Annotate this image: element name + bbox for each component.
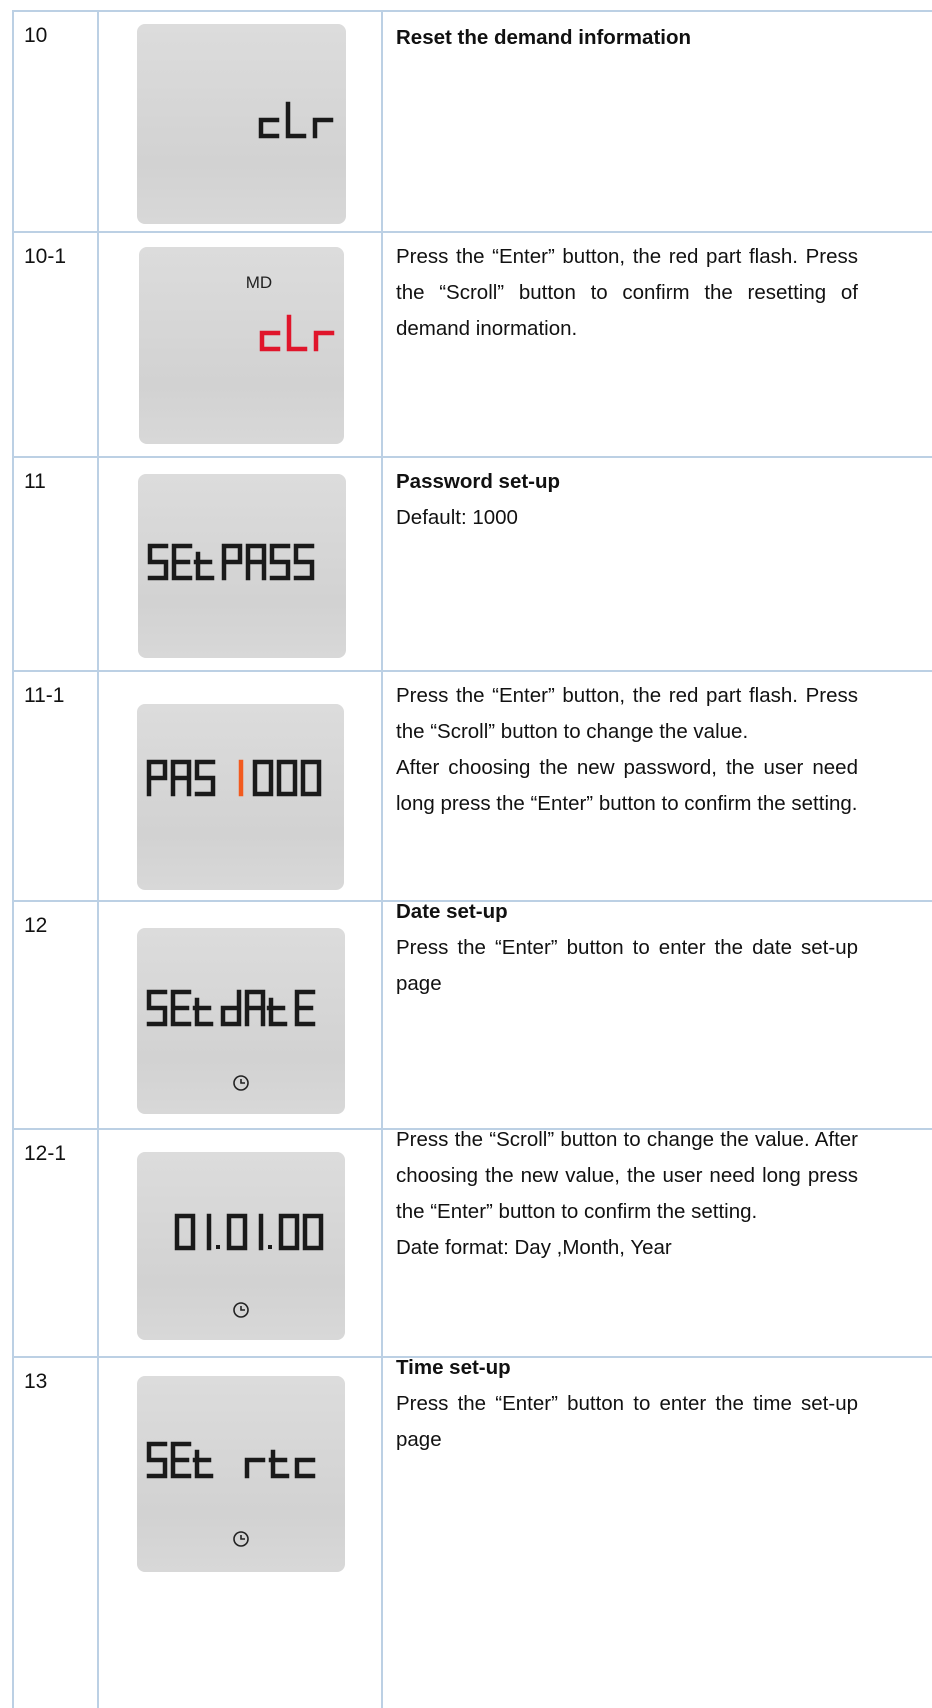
row-description: Press the “Scroll” button to change the … bbox=[396, 1122, 858, 1266]
table-row: 13 Time set-up Press the “Enter” button … bbox=[0, 1356, 932, 1708]
lcd-readout bbox=[147, 543, 315, 581]
row-text: Default: 1000 bbox=[396, 506, 518, 529]
lcd-display bbox=[138, 474, 346, 658]
segment-L bbox=[286, 314, 308, 352]
clock-icon bbox=[233, 1531, 249, 1547]
segment-t bbox=[192, 997, 214, 1027]
segment-P bbox=[221, 543, 243, 581]
segment-E bbox=[294, 989, 316, 1027]
step-number: 10 bbox=[24, 24, 48, 47]
lcd-display bbox=[137, 928, 345, 1114]
segment-S bbox=[146, 989, 168, 1027]
lcd-readout bbox=[146, 989, 316, 1091]
segment-0 bbox=[302, 1213, 324, 1251]
segment-t bbox=[268, 1449, 290, 1479]
row-text: Press the “Enter” button, the red part f… bbox=[396, 245, 858, 340]
row-text: Press the “Enter” button to enter the da… bbox=[396, 936, 858, 995]
row-description: Press the “Enter” button, the red part f… bbox=[396, 678, 858, 822]
segment-E bbox=[171, 543, 193, 581]
segment-A bbox=[245, 543, 267, 581]
table-row: 10 Reset the demand information bbox=[0, 10, 932, 231]
lcd-label-md: MD bbox=[246, 273, 272, 292]
segment-0 bbox=[174, 1213, 196, 1251]
segment-A bbox=[170, 759, 192, 797]
step-number: 12 bbox=[24, 914, 48, 937]
segment-S bbox=[147, 543, 169, 581]
step-number: 10-1 bbox=[24, 245, 67, 268]
segment-r bbox=[244, 1457, 266, 1479]
row-description: Date set-up Press the “Enter” button to … bbox=[396, 894, 858, 1002]
segment-0 bbox=[226, 1213, 248, 1251]
row-title: Password set-up bbox=[396, 470, 561, 493]
instruction-table: 10 Reset the demand information 10-1 MD bbox=[0, 0, 932, 1708]
row-text: Press the “Enter” button, the red part f… bbox=[396, 684, 858, 743]
row-text: Date format: Day ,Month, Year bbox=[396, 1236, 672, 1259]
segment-t bbox=[266, 997, 288, 1027]
segment-t bbox=[192, 1449, 214, 1479]
segment-L bbox=[285, 101, 307, 139]
row-text: Press the “Scroll” button to change the … bbox=[396, 1128, 858, 1223]
row-title: Time set-up bbox=[396, 1356, 511, 1379]
segment-E bbox=[170, 989, 192, 1027]
lcd-readout bbox=[258, 101, 334, 139]
segment-0 bbox=[300, 759, 322, 797]
row-description: Reset the demand information bbox=[396, 20, 858, 56]
clock-icon bbox=[233, 1302, 249, 1318]
row-description: Press the “Enter” button, the red part f… bbox=[396, 239, 858, 347]
table-row: 11-1 Press the “Enter” button, the red p… bbox=[0, 670, 932, 900]
lcd-display bbox=[137, 1152, 345, 1340]
segment-S bbox=[146, 1441, 168, 1479]
step-number: 13 bbox=[24, 1370, 48, 1393]
segment-0 bbox=[252, 759, 274, 797]
lcd-readout bbox=[146, 759, 322, 797]
segment-S bbox=[194, 759, 216, 797]
segment-A bbox=[244, 989, 266, 1027]
row-title: Reset the demand information bbox=[396, 26, 692, 49]
lcd-display bbox=[137, 704, 344, 890]
segment-0 bbox=[276, 759, 298, 797]
step-number: 11-1 bbox=[24, 684, 65, 707]
clock-icon bbox=[233, 1075, 249, 1091]
lcd-display bbox=[137, 1376, 345, 1572]
segment-0 bbox=[278, 1213, 300, 1251]
row-text: Press the “Enter” button to enter the ti… bbox=[396, 1392, 858, 1451]
lcd-display bbox=[137, 24, 346, 224]
segment-t bbox=[193, 551, 215, 581]
step-number: 11 bbox=[24, 470, 46, 493]
table-row: 12 Date set-up Press the “Enter” button … bbox=[0, 900, 932, 1128]
row-description: Password set-up Default: 1000 bbox=[396, 464, 858, 536]
row-title: Date set-up bbox=[396, 900, 508, 923]
lcd-readout bbox=[174, 1213, 324, 1318]
table-row: 10-1 MD Press the “Enter” button, the re… bbox=[0, 231, 932, 456]
segment-c bbox=[259, 330, 281, 352]
segment-c bbox=[258, 117, 280, 139]
segment-S bbox=[293, 543, 315, 581]
lcd-display: MD bbox=[139, 247, 344, 444]
segment-E bbox=[170, 1441, 192, 1479]
table-row: 12-1 Press the “Scroll” button to change… bbox=[0, 1128, 932, 1356]
segment-r bbox=[312, 117, 334, 139]
segment-P bbox=[146, 759, 168, 797]
step-number: 12-1 bbox=[24, 1142, 67, 1165]
lcd-readout: MD bbox=[246, 273, 335, 352]
lcd-readout bbox=[146, 1441, 316, 1547]
table-row: 11 Password set-up Default: 1000 bbox=[0, 456, 932, 670]
row-text: After choosing the new password, the use… bbox=[396, 756, 858, 815]
segment-S bbox=[269, 543, 291, 581]
segment-d bbox=[220, 989, 242, 1027]
row-description: Time set-up Press the “Enter” button to … bbox=[396, 1350, 858, 1458]
segment-r bbox=[313, 330, 335, 352]
segment-c bbox=[294, 1457, 316, 1479]
